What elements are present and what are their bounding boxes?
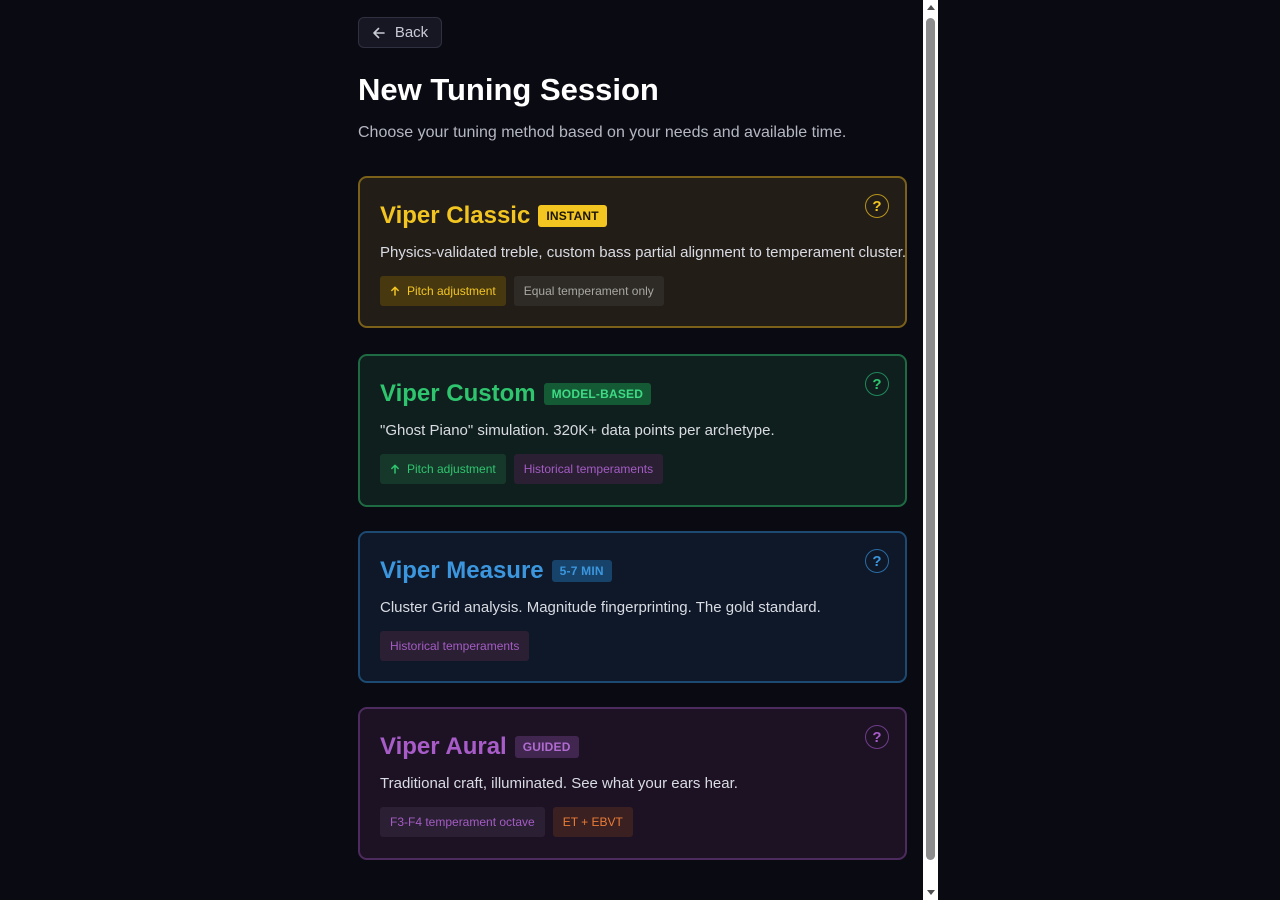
card-header: Viper Custom MODEL-BASED <box>380 380 652 408</box>
card-description: Cluster Grid analysis. Magnitude fingerp… <box>380 599 821 616</box>
scroll-up-button[interactable] <box>923 0 938 15</box>
card-title: Viper Classic <box>380 202 531 229</box>
card-title: Viper Aural <box>380 733 507 760</box>
page-title: New Tuning Session <box>358 72 659 107</box>
tag-pitch-adjustment: Pitch adjustment <box>380 276 506 306</box>
page: Back New Tuning Session Choose your tuni… <box>0 0 1280 900</box>
card-header: Viper Aural GUIDED <box>380 733 579 761</box>
scrollbar-thumb[interactable] <box>926 18 935 860</box>
help-button[interactable]: ? <box>865 372 889 396</box>
tag-label: Pitch adjustment <box>407 284 496 298</box>
arrow-left-icon <box>373 27 385 38</box>
question-mark-icon: ? <box>872 375 882 393</box>
card-badge: GUIDED <box>514 736 579 758</box>
card-title: Viper Custom <box>380 380 536 407</box>
method-card-viper-custom[interactable]: Viper Custom MODEL-BASED ? "Ghost Piano"… <box>358 354 907 507</box>
scroll-down-arrow-icon <box>926 890 935 895</box>
method-card-viper-aural[interactable]: Viper Aural GUIDED ? Traditional craft, … <box>358 707 907 860</box>
help-button[interactable]: ? <box>865 725 889 749</box>
card-badge: INSTANT <box>538 205 607 227</box>
arrow-up-icon <box>391 464 399 474</box>
card-tags: Pitch adjustment Historical temperaments <box>380 454 664 484</box>
tag-pitch-adjustment: Pitch adjustment <box>380 454 506 484</box>
card-header: Viper Measure 5-7 MIN <box>380 557 612 585</box>
card-badge: MODEL-BASED <box>543 383 652 405</box>
question-mark-icon: ? <box>872 552 882 570</box>
card-description: "Ghost Piano" simulation. 320K+ data poi… <box>380 422 775 439</box>
card-badge: 5-7 MIN <box>551 560 612 582</box>
tag-et-ebvt: ET + EBVT <box>552 807 633 837</box>
back-button[interactable]: Back <box>358 17 442 48</box>
card-tags: F3-F4 temperament octave ET + EBVT <box>380 807 633 837</box>
tag-label: Pitch adjustment <box>407 462 496 476</box>
back-button-label: Back <box>394 24 429 41</box>
method-card-viper-classic[interactable]: Viper Classic INSTANT ? Physics-validate… <box>358 176 907 328</box>
tag-label: ET + EBVT <box>562 815 623 829</box>
tag-label: Historical temperaments <box>523 462 654 476</box>
help-button[interactable]: ? <box>865 194 889 218</box>
scroll-up-arrow-icon <box>926 5 935 10</box>
vertical-scrollbar[interactable] <box>923 0 938 900</box>
tag-label: Historical temperaments <box>390 639 520 653</box>
tag-label: F3-F4 temperament octave <box>390 815 535 829</box>
scroll-down-button[interactable] <box>923 885 938 900</box>
tag-temperament-octave: F3-F4 temperament octave <box>380 807 545 837</box>
tag-label: Equal temperament only <box>523 284 654 298</box>
card-header: Viper Classic INSTANT <box>380 202 607 230</box>
card-tags: Historical temperaments <box>380 631 530 661</box>
card-description: Physics-validated treble, custom bass pa… <box>380 244 907 261</box>
card-title: Viper Measure <box>380 557 544 584</box>
tag-historical-temperaments: Historical temperaments <box>380 631 530 661</box>
question-mark-icon: ? <box>872 728 882 746</box>
question-mark-icon: ? <box>872 197 882 215</box>
tag-historical-temperaments: Historical temperaments <box>513 454 664 484</box>
card-description: Traditional craft, illuminated. See what… <box>380 775 738 792</box>
card-tags: Pitch adjustment Equal temperament only <box>380 276 664 306</box>
method-card-viper-measure[interactable]: Viper Measure 5-7 MIN ? Cluster Grid ana… <box>358 531 907 683</box>
tag-equal-temperament: Equal temperament only <box>513 276 664 306</box>
arrow-up-icon <box>391 286 399 296</box>
page-subtitle: Choose your tuning method based on your … <box>358 124 847 141</box>
help-button[interactable]: ? <box>865 549 889 573</box>
